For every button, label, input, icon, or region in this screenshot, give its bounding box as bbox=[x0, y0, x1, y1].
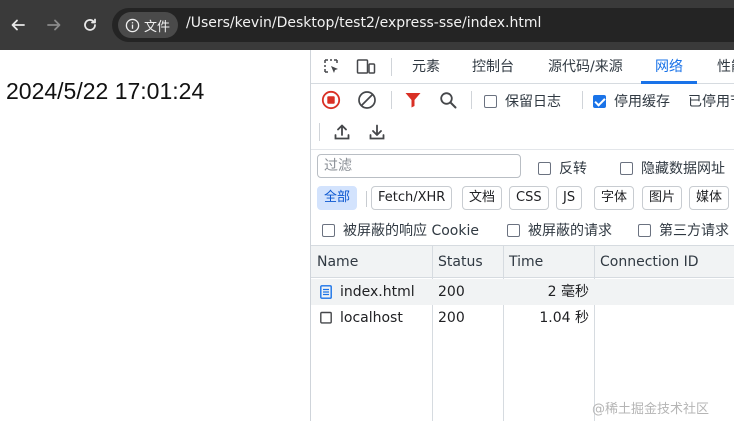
type-filter-fetch-xhr[interactable]: Fetch/XHR bbox=[371, 186, 453, 210]
preserve-log-label: 保留日志 bbox=[505, 94, 561, 110]
column-header-connection-id[interactable]: Connection ID bbox=[594, 246, 699, 278]
blocked-cookies-box[interactable] bbox=[322, 223, 335, 237]
column-divider bbox=[432, 246, 433, 421]
filter-toggle-button[interactable] bbox=[402, 89, 424, 111]
clear-icon bbox=[358, 91, 376, 109]
column-header-status[interactable]: Status bbox=[432, 246, 483, 278]
invert-checkbox[interactable]: 反转 bbox=[538, 158, 587, 178]
devtools-panel: 元素 控制台 源代码/来源 网络 性能 保留日志 停用缓存 bbox=[310, 50, 734, 421]
blocked-requests-box[interactable] bbox=[507, 223, 520, 237]
reload-button[interactable] bbox=[78, 13, 102, 37]
type-filter-divider bbox=[366, 191, 367, 207]
inspect-icon bbox=[324, 59, 338, 73]
blocked-cookies-checkbox[interactable]: 被屏蔽的响应 Cookie bbox=[322, 220, 479, 240]
tab-console[interactable]: 控制台 bbox=[472, 50, 514, 84]
third-party-checkbox[interactable]: 第三方请求 bbox=[638, 220, 729, 240]
type-filter-doc[interactable]: 文档 bbox=[462, 186, 503, 210]
watermark: @稀土掘金技术社区 bbox=[592, 402, 710, 417]
browser-toolbar: 文件 /Users/kevin/Desktop/test2/express-ss… bbox=[0, 0, 734, 50]
row-name[interactable]: index.html bbox=[340, 279, 415, 305]
reload-icon bbox=[84, 18, 96, 31]
invert-box[interactable] bbox=[538, 161, 551, 175]
arrow-right-icon bbox=[47, 19, 61, 31]
row-time: 2 毫秒 bbox=[547, 284, 589, 300]
column-header-time[interactable]: Time bbox=[503, 246, 543, 278]
toolbar-divider bbox=[391, 91, 392, 109]
document-icon bbox=[320, 285, 332, 299]
preserve-log-checkbox[interactable]: 保留日志 bbox=[484, 91, 561, 111]
type-filter-all[interactable]: 全部 bbox=[317, 186, 358, 210]
checkbox-icon bbox=[320, 311, 332, 324]
table-row[interactable]: localhost 200 1.04 秒 bbox=[311, 305, 734, 331]
record-button[interactable] bbox=[320, 89, 342, 111]
row-name[interactable]: localhost bbox=[340, 305, 403, 331]
import-har-button[interactable] bbox=[331, 121, 353, 143]
forward-button[interactable] bbox=[42, 13, 66, 37]
blocked-requests-checkbox[interactable]: 被屏蔽的请求 bbox=[507, 220, 612, 240]
column-header-name[interactable]: Name bbox=[311, 246, 358, 278]
page-datetime: 2024/5/22 17:01:24 bbox=[6, 78, 205, 104]
hide-data-urls-box[interactable] bbox=[620, 161, 633, 175]
export-har-button[interactable] bbox=[366, 121, 388, 143]
tabbar-divider bbox=[391, 58, 392, 76]
preserve-log-box[interactable] bbox=[484, 94, 497, 108]
search-button[interactable] bbox=[437, 89, 459, 111]
site-chip-label: 文件 bbox=[144, 19, 171, 35]
clear-button[interactable] bbox=[356, 89, 378, 111]
disable-cache-box[interactable] bbox=[593, 94, 606, 108]
device-mode-icon bbox=[356, 59, 376, 74]
table-header: Name Status Time Connection ID bbox=[311, 246, 734, 278]
search-icon bbox=[440, 92, 457, 109]
toolbar-divider bbox=[319, 123, 320, 141]
device-toolbar-button[interactable] bbox=[355, 57, 377, 77]
row-status: 200 bbox=[438, 310, 465, 326]
third-party-label: 第三方请求 bbox=[659, 223, 729, 239]
throttling-select[interactable]: 已停用节流 bbox=[688, 91, 734, 111]
toolbar-divider bbox=[582, 91, 583, 109]
disable-cache-checkbox[interactable]: 停用缓存 bbox=[593, 91, 670, 111]
info-icon bbox=[125, 18, 140, 32]
tab-network[interactable]: 网络 bbox=[655, 50, 683, 84]
download-icon bbox=[369, 124, 385, 140]
hide-data-urls-checkbox[interactable]: 隐藏数据网址 bbox=[620, 158, 725, 178]
resource-type-filters: 全部 Fetch/XHR 文档 CSS JS 字体 图片 媒体 bbox=[311, 183, 734, 213]
hide-data-urls-label: 隐藏数据网址 bbox=[641, 161, 725, 177]
import-export-toolbar bbox=[311, 117, 734, 147]
url-text[interactable]: /Users/kevin/Desktop/test2/express-sse/i… bbox=[186, 15, 541, 31]
upload-icon bbox=[334, 124, 350, 140]
row-status: 200 bbox=[438, 284, 465, 300]
disable-cache-label: 停用缓存 bbox=[614, 94, 670, 110]
filter-input[interactable]: 过滤 bbox=[317, 154, 521, 178]
toolbar-divider bbox=[471, 91, 472, 109]
tab-performance[interactable]: 性能 bbox=[717, 50, 734, 84]
arrow-left-icon bbox=[11, 19, 25, 31]
filter-bar: 过滤 反转 隐藏数据网址 bbox=[311, 149, 734, 183]
table-row[interactable]: index.html 200 2 毫秒 bbox=[311, 279, 734, 305]
network-toolbar: 保留日志 停用缓存 已停用节流 bbox=[311, 85, 734, 115]
type-filter-img[interactable]: 图片 bbox=[642, 186, 683, 210]
requests-table: Name Status Time Connection ID index.htm… bbox=[311, 245, 734, 421]
column-divider bbox=[503, 246, 504, 421]
blocked-cookies-label: 被屏蔽的响应 Cookie bbox=[343, 223, 479, 239]
tab-elements[interactable]: 元素 bbox=[412, 50, 440, 84]
type-filter-media[interactable]: 媒体 bbox=[689, 186, 730, 210]
type-filter-font[interactable]: 字体 bbox=[594, 186, 635, 210]
inspect-element-button[interactable] bbox=[321, 57, 343, 77]
back-button[interactable] bbox=[6, 13, 30, 37]
third-party-box[interactable] bbox=[638, 223, 651, 237]
throttling-label: 已停用节流 bbox=[688, 94, 734, 110]
type-filter-js[interactable]: JS bbox=[556, 186, 583, 210]
devtools-tabbar: 元素 控制台 源代码/来源 网络 性能 bbox=[311, 50, 734, 84]
site-info-chip[interactable]: 文件 bbox=[118, 12, 178, 38]
blocked-requests-label: 被屏蔽的请求 bbox=[528, 223, 612, 239]
type-filter-css[interactable]: CSS bbox=[509, 186, 549, 210]
record-stop-icon bbox=[321, 90, 341, 110]
invert-label: 反转 bbox=[559, 161, 587, 177]
row-time: 1.04 秒 bbox=[539, 310, 589, 326]
column-divider bbox=[594, 246, 595, 421]
active-tab-indicator bbox=[641, 81, 697, 84]
blocked-filters: 被屏蔽的响应 Cookie 被屏蔽的请求 第三方请求 bbox=[311, 214, 734, 244]
tab-sources[interactable]: 源代码/来源 bbox=[548, 50, 623, 84]
filter-funnel-icon bbox=[405, 93, 421, 108]
